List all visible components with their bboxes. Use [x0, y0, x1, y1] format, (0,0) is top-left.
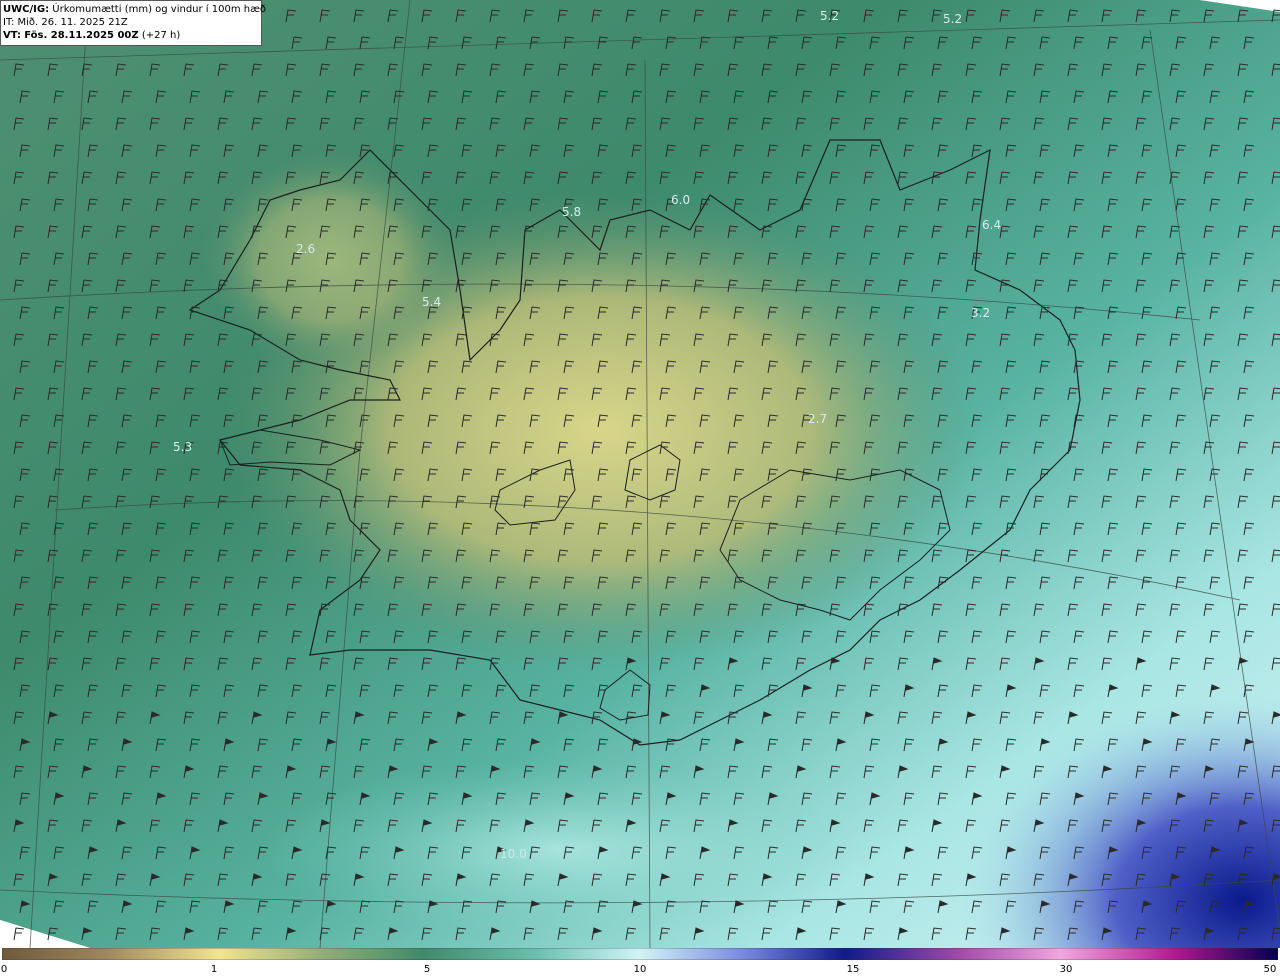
init-label: IT:: [3, 17, 15, 28]
init-time-line: IT: Mið. 26. 11. 2025 21Z: [3, 16, 257, 29]
colorbar-scale: [2, 948, 1278, 960]
map-value: 5.4: [422, 295, 441, 309]
colorbar-tick: 10: [633, 964, 647, 975]
map-info-box: UWC/IG: Úrkomumætti (mm) og vindur í 100…: [0, 0, 266, 46]
title-line: UWC/IG: Úrkomumætti (mm) og vindur í 100…: [3, 3, 266, 16]
map-value: 5.8: [562, 205, 581, 219]
map-value: 5.2: [943, 12, 962, 26]
colorbar: 0 1 5 10 15 30 50: [0, 948, 1280, 978]
colorbar-tick: 0: [0, 964, 8, 975]
map-value: 5.2: [820, 9, 839, 23]
valid-time-line: VT: Fös. 28.11.2025 00Z (+27 h): [3, 29, 257, 42]
colorbar-tick: 50: [1263, 964, 1277, 975]
colorbar-labels: 0 1 5 10 15 30 50: [0, 964, 1280, 978]
map-value: 3.2: [971, 306, 990, 320]
colorbar-tick: 30: [1059, 964, 1073, 975]
colorbar-tick: 15: [846, 964, 860, 975]
map-value: 6.0: [671, 193, 690, 207]
map-value: 5.3: [173, 440, 192, 454]
map-title: Úrkomumætti (mm) og vindur í 100m hæð: [52, 4, 267, 15]
colorbar-tick: 1: [210, 964, 218, 975]
map-value: 6.4: [982, 218, 1001, 232]
valid-label: VT:: [3, 30, 22, 41]
lead-time: (+27 h): [141, 30, 181, 41]
weather-map: 5.2 5.2 5.8 6.0 6.4 2.6 5.4 3.2 2.7 5.3 …: [0, 0, 1280, 948]
map-value: 2.7: [808, 412, 827, 426]
init-time: Mið. 26. 11. 2025 21Z: [17, 17, 128, 28]
map-value: 2.6: [296, 242, 315, 256]
valid-time: Fös. 28.11.2025 00Z: [24, 30, 139, 41]
map-value: 10.0: [500, 847, 527, 861]
colorbar-tick: 5: [423, 964, 431, 975]
product-code: UWC/IG:: [3, 4, 50, 15]
